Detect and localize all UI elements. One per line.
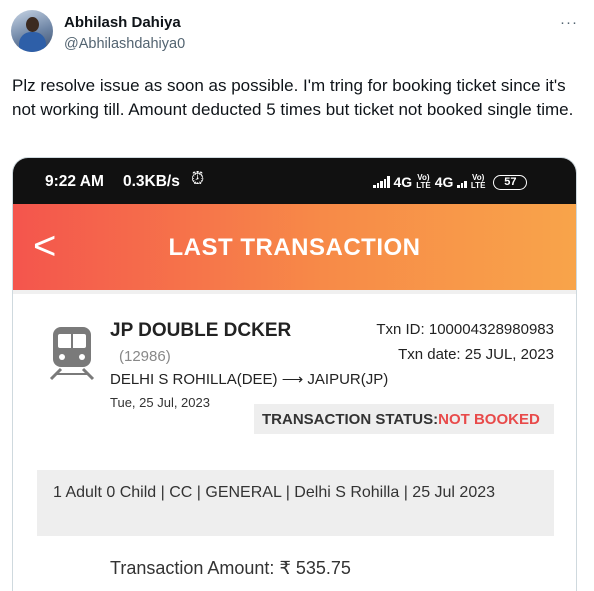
amount-value: ₹ 535.75: [279, 558, 351, 578]
status-time: 9:22 AM: [45, 173, 104, 190]
journey-date: Tue, 25 Jul, 2023: [110, 395, 210, 410]
route-from: DELHI S ROHILLA(DEE): [110, 371, 278, 388]
more-options-icon[interactable]: ···: [560, 14, 578, 31]
status-label: TRANSACTION STATUS:: [262, 410, 439, 428]
signal-bars-icon-2: [457, 176, 467, 188]
avatar-head: [26, 17, 39, 32]
transaction-content: JP DOUBLE DCKER (12986) DELHI S ROHILLA(…: [13, 290, 576, 591]
network-label-2: 4G: [434, 174, 454, 190]
signal-bars-icon: [373, 176, 390, 188]
page-title: LAST TRANSACTION: [168, 234, 421, 261]
attached-screenshot[interactable]: 9:22 AM 0.3KB/s ⏰︎ 4G Vo) LTE 4G Vo) LTE 5…: [12, 157, 577, 591]
alarm-icon: ⏰︎: [191, 169, 205, 188]
tweet-text: Plz resolve issue as soon as possible. I…: [12, 76, 574, 119]
volte-icon-2: Vo) LTE: [470, 173, 486, 190]
txn-id: Txn ID: 100004328980983: [376, 321, 554, 338]
status-badge: TRANSACTION STATUS: NOT BOOKED: [254, 404, 554, 434]
tweet-avatar[interactable]: [11, 10, 53, 52]
route: DELHI S ROHILLA(DEE) ⟶ JAIPUR(JP): [110, 370, 388, 388]
booking-details: 1 Adult 0 Child | CC | GENERAL | Delhi S…: [37, 470, 554, 536]
battery-icon: 57: [493, 174, 528, 190]
status-speed: 0.3KB/s: [123, 173, 180, 190]
train-icon: [49, 327, 95, 381]
network-label-1: 4G: [393, 174, 413, 190]
author-name[interactable]: Abhilash Dahiya: [64, 14, 181, 31]
transaction-header: < LAST TRANSACTION: [13, 204, 576, 290]
route-arrow-icon: ⟶: [281, 371, 304, 388]
route-to: JAIPUR(JP): [307, 371, 389, 388]
avatar-shirt: [19, 32, 46, 52]
txn-date: Txn date: 25 JUL, 2023: [398, 346, 554, 363]
volte-icon-1: Vo) LTE: [416, 173, 431, 190]
status-value: NOT BOOKED: [438, 410, 540, 428]
transaction-amount: Transaction Amount: ₹ 535.75: [110, 558, 351, 579]
train-number: (12986): [119, 348, 171, 365]
author-handle[interactable]: @Abhilashdahiya0: [64, 36, 185, 52]
phone-status-bar: 9:22 AM 0.3KB/s ⏰︎ 4G Vo) LTE 4G Vo) LTE 5…: [13, 158, 576, 204]
amount-label: Transaction Amount:: [110, 558, 275, 578]
train-name: JP DOUBLE DCKER: [110, 320, 292, 341]
transaction-card: JP DOUBLE DCKER (12986) DELHI S ROHILLA(…: [13, 294, 576, 591]
status-right-group: 4G Vo) LTE 4G Vo) LTE 57: [373, 172, 528, 192]
